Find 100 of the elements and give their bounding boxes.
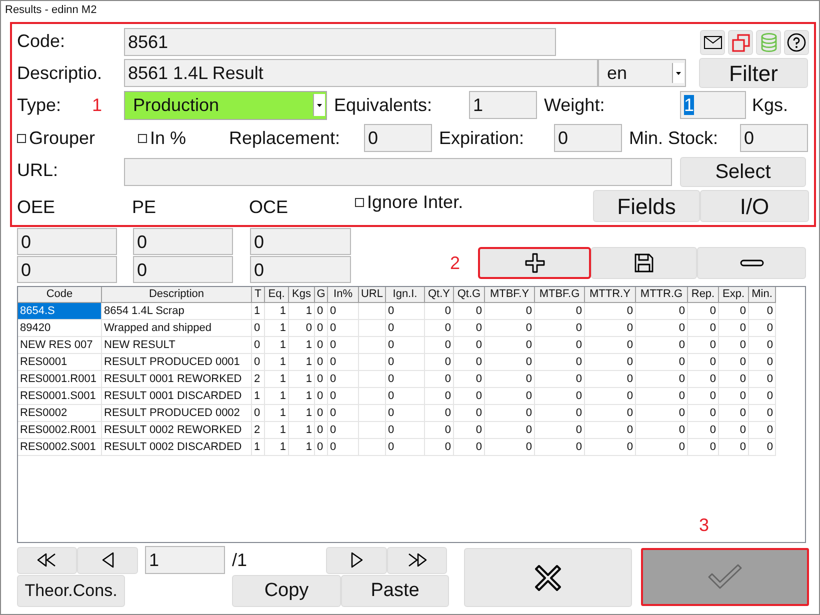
column-header[interactable]: Min. (749, 287, 776, 303)
column-header[interactable]: Kgs (289, 287, 315, 303)
io-button[interactable]: I/O (700, 190, 809, 222)
input-field[interactable]: 0 (133, 228, 233, 255)
field-label: Type: (17, 94, 62, 117)
first-page-button[interactable] (17, 546, 77, 574)
field-label: Weight: (544, 94, 606, 117)
filter-button[interactable]: Filter (699, 58, 808, 88)
table-cell: 0 (252, 337, 265, 354)
column-header[interactable]: MTTR.G (636, 287, 688, 303)
field-label: Replacement: (229, 126, 342, 150)
column-header[interactable]: Rep. (688, 287, 719, 303)
table-cell: 1 (289, 303, 315, 320)
table-cell: 0 (636, 405, 688, 422)
cancel-button[interactable] (464, 548, 632, 607)
input-field[interactable]: 8561 1.4L Result (124, 59, 598, 87)
column-header[interactable]: Description (102, 287, 252, 303)
column-header[interactable]: MTBF.Y (485, 287, 535, 303)
table-cell: 0 (425, 303, 454, 320)
input-field[interactable]: 0 (133, 256, 233, 283)
table-cell: 1 (265, 388, 289, 405)
table-cell: 0 (749, 388, 776, 405)
field-label: Kgs. (752, 94, 788, 117)
table-cell: RESULT 0001 REWORKED (102, 371, 252, 388)
column-header[interactable]: URL (359, 287, 386, 303)
column-header[interactable]: Qt.Y (425, 287, 454, 303)
table-cell: 0 (636, 337, 688, 354)
checkbox[interactable] (138, 134, 147, 142)
table-cell: 0 (749, 337, 776, 354)
column-header[interactable]: T (252, 287, 265, 303)
checkbox[interactable] (355, 198, 364, 207)
input-field[interactable]: 0 (554, 124, 622, 152)
next-page-button[interactable] (326, 546, 387, 574)
table-cell (359, 405, 386, 422)
copy-button[interactable]: Copy (232, 575, 341, 607)
language-dropdown[interactable]: en (598, 59, 686, 87)
add-button[interactable] (478, 247, 592, 279)
table-cell: 0 (749, 354, 776, 371)
previous-page-button[interactable] (77, 546, 138, 574)
table-cell: 0 (252, 354, 265, 371)
table-cell: 0 (328, 405, 359, 422)
last-page-button[interactable] (387, 546, 447, 574)
table-cell (359, 371, 386, 388)
table-cell: 1 (289, 422, 315, 439)
column-header[interactable]: MTBF.G (535, 287, 585, 303)
table-cell: 0 (585, 439, 636, 456)
paste-button[interactable]: Paste (341, 575, 449, 607)
table-cell: 1 (289, 439, 315, 456)
copy-icon[interactable] (728, 30, 753, 55)
input-field[interactable]: 0 (17, 228, 117, 255)
table-cell: 0 (386, 354, 425, 371)
table-cell: 0 (749, 405, 776, 422)
dropdown-arrow-button[interactable] (672, 63, 684, 83)
table-cell: 0 (719, 405, 749, 422)
mail-icon[interactable] (700, 30, 725, 55)
column-header[interactable]: In% (328, 287, 359, 303)
remove-button[interactable] (697, 247, 806, 279)
table-cell: 0 (749, 371, 776, 388)
input-field[interactable]: 0 (364, 124, 432, 152)
help-icon[interactable] (784, 30, 809, 55)
table-cell: RESULT 0001 DISCARDED (102, 388, 252, 405)
table-cell: 1 (289, 337, 315, 354)
table-cell: RESULT PRODUCED 0001 (102, 354, 252, 371)
step-number: 1 (92, 94, 104, 116)
table-cell: 0 (636, 388, 688, 405)
table-cell: 0 (688, 388, 719, 405)
save-button[interactable] (591, 247, 698, 279)
column-header[interactable]: Eq. (265, 287, 289, 303)
column-header[interactable]: Ign.I. (386, 287, 425, 303)
table-cell: 0 (585, 320, 636, 337)
table-cell (359, 422, 386, 439)
table-cell: 0 (315, 371, 328, 388)
type-dropdown[interactable]: Production (124, 90, 327, 120)
input-field[interactable]: 0 (250, 228, 351, 255)
table-cell: 0 (636, 354, 688, 371)
input-field[interactable]: 1 (469, 91, 537, 119)
table-cell: 0 (535, 388, 585, 405)
dropdown-arrow-button[interactable] (313, 94, 325, 116)
input-field[interactable]: 0 (740, 124, 808, 152)
table-cell: 0 (585, 405, 636, 422)
table-cell: 0 (485, 337, 535, 354)
right-triangle-icon (350, 552, 362, 568)
page-total: /1 (232, 548, 248, 572)
input-field[interactable]: 8561 (124, 28, 556, 56)
theor-cons-button[interactable]: Theor.Cons. (17, 575, 125, 607)
input-field[interactable]: 1 (680, 91, 746, 119)
column-header[interactable]: Exp. (719, 287, 749, 303)
table-cell: 0 (328, 371, 359, 388)
input-field[interactable]: 0 (250, 256, 351, 283)
table-cell: RES0001.R001 (18, 371, 102, 388)
input-field[interactable]: 1 (145, 546, 225, 574)
column-header[interactable]: G (315, 287, 328, 303)
column-header[interactable]: Code (18, 287, 102, 303)
column-header[interactable]: Qt.G (454, 287, 485, 303)
fields-button[interactable]: Fields (593, 190, 700, 222)
checkbox[interactable] (17, 134, 26, 142)
input-field[interactable]: 0 (17, 256, 117, 283)
select-button[interactable]: Select (680, 157, 806, 187)
column-header[interactable]: MTTR.Y (585, 287, 636, 303)
input-field[interactable] (124, 158, 672, 186)
